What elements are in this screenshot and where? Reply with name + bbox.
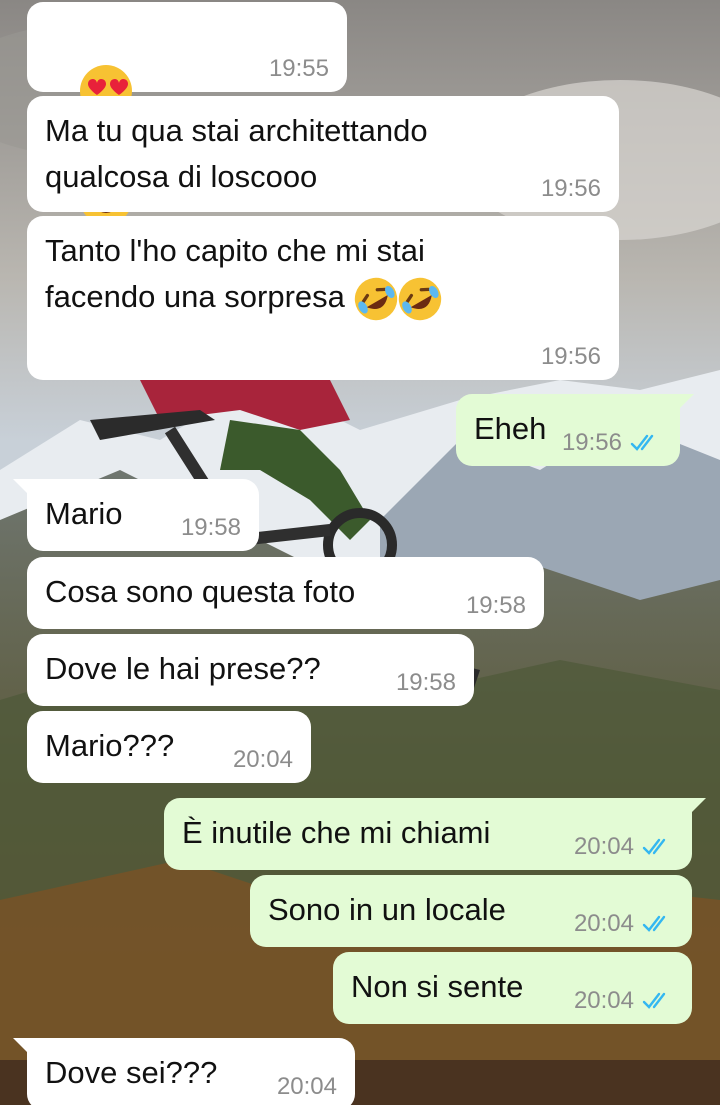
message-time: 20:04 bbox=[573, 910, 634, 937]
message-meta: 19:56 bbox=[541, 174, 601, 204]
message-time: 19:55 bbox=[268, 55, 329, 82]
message-bubble-outgoing[interactable]: Sono in un locale 20:04 bbox=[250, 875, 692, 947]
message-time: 20:04 bbox=[573, 987, 634, 1014]
message-meta: 20:04 bbox=[574, 986, 674, 1016]
message-text: Ma tu qua stai architettando qualcosa di… bbox=[45, 113, 428, 194]
message-bubble-incoming[interactable]: Dove sei??? 20:04 bbox=[13, 1038, 355, 1110]
message-meta: 20:04 bbox=[233, 745, 293, 775]
message-bubble-incoming[interactable]: Cosa sono questa foto 19:58 bbox=[27, 557, 544, 629]
message-meta: 20:04 bbox=[277, 1072, 337, 1102]
message-text: Tanto l'ho capito che mi stai facendo un… bbox=[45, 228, 619, 321]
message-meta: 20:04 bbox=[574, 909, 674, 939]
message-bubble-incoming[interactable]: Mario??? 20:04 bbox=[27, 711, 311, 783]
message-meta: 19:58 bbox=[396, 668, 456, 698]
message-meta: 19:58 bbox=[466, 591, 526, 621]
rolling-laughing-emoji-icon bbox=[354, 277, 397, 320]
message-bubble-incoming[interactable]: Tanto l'ho capito che mi stai facendo un… bbox=[27, 216, 619, 380]
read-receipt-icon bbox=[642, 915, 666, 932]
message-bubble-outgoing[interactable]: È inutile che mi chiami 20:04 bbox=[164, 798, 706, 870]
message-time: 19:56 bbox=[561, 429, 622, 456]
message-meta: 20:04 bbox=[574, 832, 674, 862]
read-receipt-icon bbox=[630, 434, 654, 451]
message-bubble-incoming[interactable]: 19:55 bbox=[27, 2, 347, 225]
message-time: 19:56 bbox=[540, 175, 601, 202]
message-meta: 19:55 bbox=[269, 54, 329, 84]
rolling-laughing-emoji-icon bbox=[398, 277, 441, 320]
message-time: 19:58 bbox=[465, 592, 526, 619]
message-meta: 19:56 bbox=[541, 342, 601, 372]
message-time: 19:58 bbox=[395, 669, 456, 696]
message-bubble-outgoing[interactable]: Eheh 19:56 bbox=[456, 394, 694, 466]
message-time: 20:04 bbox=[573, 833, 634, 860]
message-meta: 19:58 bbox=[181, 513, 241, 543]
message-bubble-incoming[interactable]: Ma tu qua stai architettando qualcosa di… bbox=[27, 96, 619, 212]
message-bubble-outgoing[interactable]: Non si sente 20:04 bbox=[333, 952, 692, 1024]
message-time: 20:04 bbox=[276, 1073, 337, 1100]
read-receipt-icon bbox=[642, 838, 666, 855]
message-meta: 19:56 bbox=[562, 428, 662, 458]
message-bubble-incoming[interactable]: Dove le hai prese?? 19:58 bbox=[27, 634, 474, 706]
read-receipt-icon bbox=[642, 992, 666, 1009]
message-time: 19:58 bbox=[180, 514, 241, 541]
message-time: 20:04 bbox=[232, 746, 293, 773]
message-time: 19:56 bbox=[540, 343, 601, 370]
message-bubble-incoming[interactable]: Mario 19:58 bbox=[13, 479, 259, 551]
